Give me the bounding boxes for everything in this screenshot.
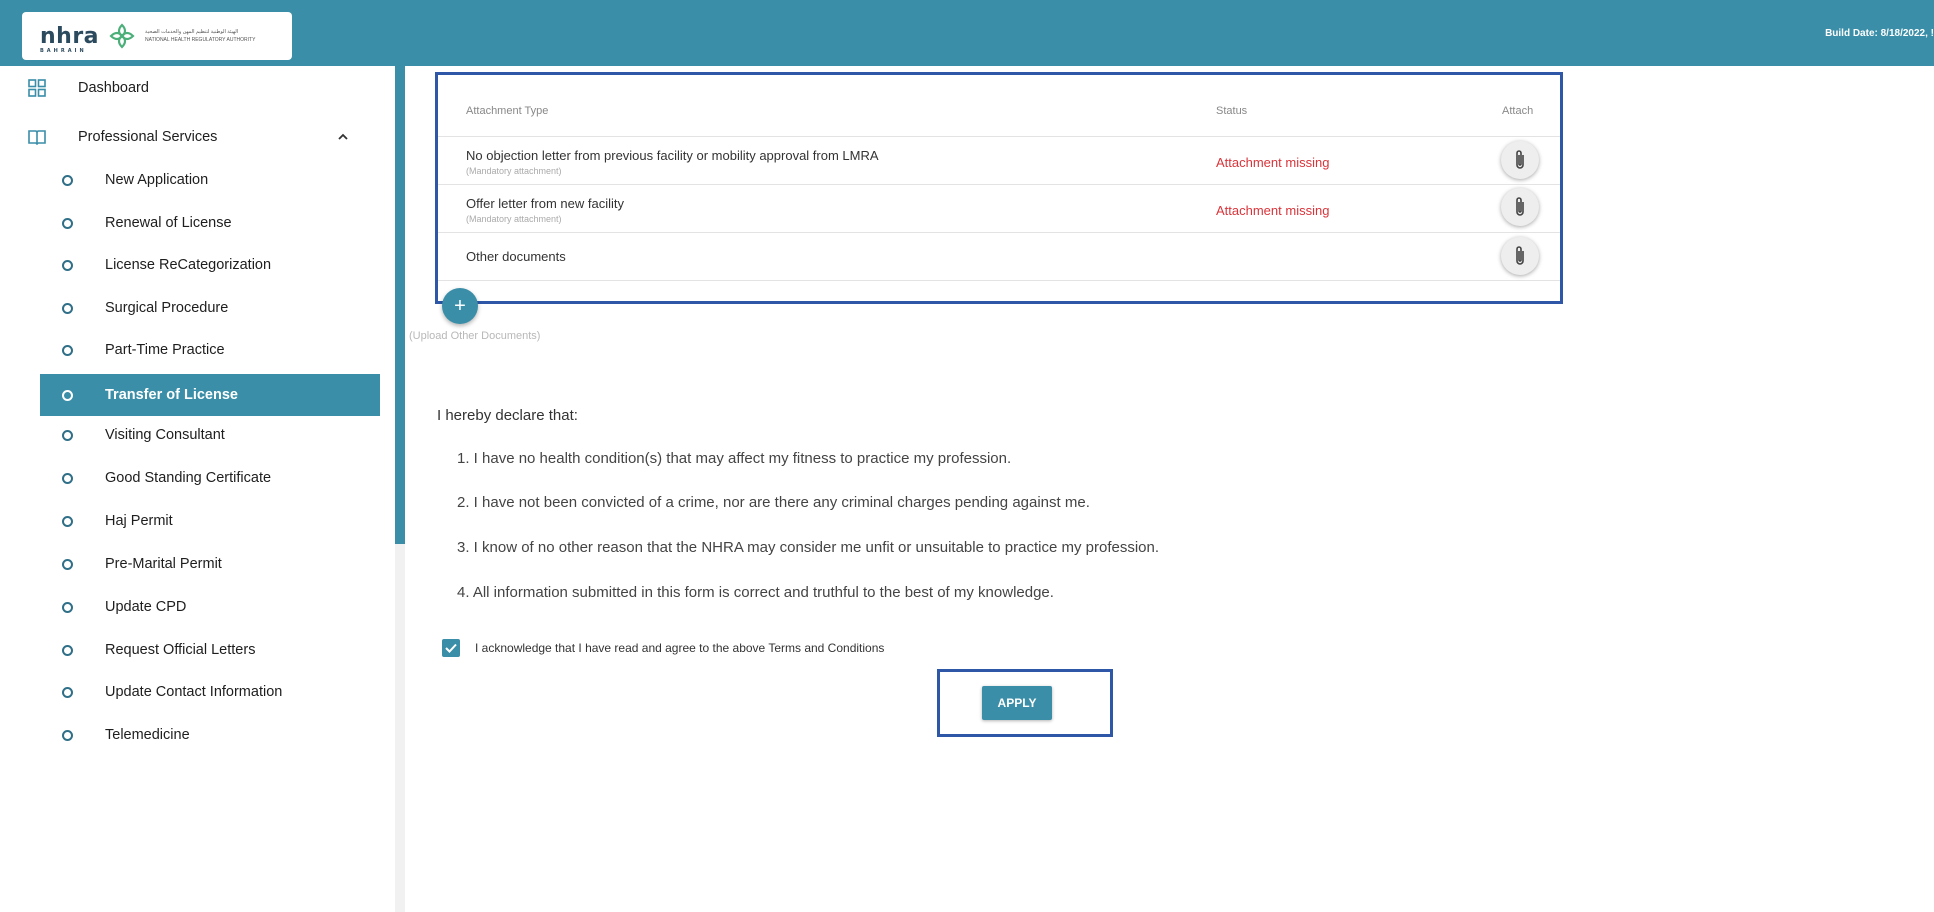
book-icon	[28, 130, 46, 146]
grid-icon	[28, 79, 46, 97]
bullet-icon	[62, 302, 73, 314]
sidebar-item-visiting-consultant[interactable]: Visiting Consultant	[0, 417, 380, 453]
attachment-title: Other documents	[466, 249, 566, 264]
sidebar-item-label: Update Contact Information	[105, 684, 283, 700]
bullet-icon	[62, 259, 73, 271]
bullet-icon	[62, 174, 73, 186]
declaration-item: 2. I have not been convicted of a crime,…	[457, 494, 1090, 511]
attach-button[interactable]	[1501, 141, 1539, 179]
declaration-item: 3. I know of no other reason that the NH…	[457, 539, 1160, 556]
sidebar: Dashboard Professional Services New Appl…	[0, 66, 395, 912]
sidebar-item-label: Telemedicine	[105, 727, 190, 743]
sidebar-item-label: Transfer of License	[105, 387, 238, 403]
bullet-icon	[62, 729, 73, 741]
sidebar-item-haj-permit[interactable]: Haj Permit	[0, 503, 380, 539]
table-header: Attachment Type Status Attach	[438, 75, 1560, 137]
bullet-icon	[62, 344, 73, 356]
flower-logo-icon	[109, 23, 135, 49]
bullet-icon	[62, 429, 73, 441]
sidebar-item-renewal-of-license[interactable]: Renewal of License	[0, 205, 380, 241]
acknowledge-checkbox[interactable]	[442, 639, 460, 657]
attachment-status: Attachment missing	[1216, 203, 1330, 218]
declaration-item: 1. I have no health condition(s) that ma…	[457, 450, 1012, 467]
bullet-icon	[62, 389, 73, 401]
sidebar-item-label: Good Standing Certificate	[105, 470, 272, 486]
sidebar-item-license-recategorization[interactable]: License ReCategorization	[0, 247, 380, 283]
upload-other-documents-label: (Upload Other Documents)	[409, 330, 541, 342]
sidebar-item-request-official-letters[interactable]: Request Official Letters	[0, 632, 380, 668]
sidebar-item-dashboard[interactable]: Dashboard	[0, 70, 380, 106]
apply-button[interactable]: APPLY	[982, 686, 1052, 720]
attachment-title: Offer letter from new facility	[466, 196, 624, 211]
sidebar-item-label: Haj Permit	[105, 513, 173, 529]
bullet-icon	[62, 217, 73, 229]
column-header-status: Status	[1216, 105, 1248, 117]
acknowledge-label[interactable]: I acknowledge that I have read and agree…	[475, 641, 884, 655]
sidebar-item-good-standing-certificate[interactable]: Good Standing Certificate	[0, 460, 380, 496]
table-row: Offer letter from new facility (Mandator…	[438, 185, 1560, 233]
attachments-table: Attachment Type Status Attach No objecti…	[435, 72, 1563, 304]
sidebar-item-update-contact-information[interactable]: Update Contact Information	[0, 674, 380, 710]
sidebar-item-label: Request Official Letters	[105, 642, 256, 658]
paperclip-icon	[1516, 197, 1524, 216]
sidebar-scrollbar-thumb[interactable]	[395, 66, 405, 544]
sidebar-item-label: Dashboard	[78, 80, 149, 96]
bullet-icon	[62, 472, 73, 484]
sidebar-item-label: Part-Time Practice	[105, 342, 225, 358]
paperclip-icon	[1516, 150, 1524, 169]
logo-english-name: NATIONAL HEALTH REGULATORY AUTHORITY	[145, 37, 256, 43]
sidebar-item-telemedicine[interactable]: Telemedicine	[0, 717, 380, 753]
sidebar-item-professional-services[interactable]: Professional Services	[0, 119, 380, 155]
main-content: Attachment Type Status Attach No objecti…	[405, 66, 1934, 912]
sidebar-item-pre-marital-permit[interactable]: Pre-Marital Permit	[0, 546, 380, 582]
table-row: Other documents	[438, 233, 1560, 281]
nhra-logo[interactable]: nhra BAHRAIN الهيئة الوطنية لتنظيم المهن…	[22, 12, 292, 60]
bullet-icon	[62, 601, 73, 613]
build-date: Build Date: 8/18/2022, !	[1825, 28, 1934, 39]
upload-other-documents-button[interactable]: +	[442, 288, 478, 324]
sidebar-item-update-cpd[interactable]: Update CPD	[0, 589, 380, 625]
column-header-attach: Attach	[1502, 105, 1534, 117]
sidebar-item-label: Professional Services	[78, 129, 218, 145]
attachment-note: (Mandatory attachment)	[466, 214, 562, 224]
chevron-up-icon[interactable]	[337, 131, 349, 143]
attachment-title: No objection letter from previous facili…	[466, 148, 879, 163]
bullet-icon	[62, 686, 73, 698]
sidebar-item-transfer-of-license[interactable]: Transfer of License	[40, 374, 380, 416]
sidebar-item-label: Renewal of License	[105, 215, 232, 231]
sidebar-item-label: Update CPD	[105, 599, 187, 615]
table-row: No objection letter from previous facili…	[438, 137, 1560, 185]
sidebar-item-new-application[interactable]: New Application	[0, 162, 380, 198]
bullet-icon	[62, 515, 73, 527]
attachment-note: (Mandatory attachment)	[466, 166, 562, 176]
sidebar-item-label: New Application	[105, 172, 209, 188]
plus-icon: +	[454, 294, 466, 317]
logo-country: BAHRAIN	[40, 47, 87, 54]
attach-button[interactable]	[1501, 237, 1539, 275]
attachment-status: Attachment missing	[1216, 155, 1330, 170]
paperclip-icon	[1516, 246, 1524, 265]
column-header-attachment-type: Attachment Type	[466, 105, 549, 117]
checkmark-icon	[445, 643, 457, 653]
logo-arabic-name: الهيئة الوطنية لتنظيم المهن والخدمات الص…	[145, 29, 239, 35]
sidebar-item-label: License ReCategorization	[105, 257, 272, 273]
declaration-title: I hereby declare that:	[437, 407, 578, 424]
bullet-icon	[62, 558, 73, 570]
sidebar-item-label: Visiting Consultant	[105, 427, 225, 443]
sidebar-item-surgical-procedure[interactable]: Surgical Procedure	[0, 290, 380, 326]
top-header: nhra BAHRAIN الهيئة الوطنية لتنظيم المهن…	[0, 0, 1934, 66]
sidebar-item-label: Surgical Procedure	[105, 300, 229, 316]
sidebar-item-part-time-practice[interactable]: Part-Time Practice	[0, 332, 380, 368]
bullet-icon	[62, 644, 73, 656]
sidebar-item-label: Pre-Marital Permit	[105, 556, 222, 572]
declaration-item: 4. All information submitted in this for…	[457, 584, 1054, 601]
attach-button[interactable]	[1501, 188, 1539, 226]
logo-wordmark: nhra	[40, 23, 100, 49]
